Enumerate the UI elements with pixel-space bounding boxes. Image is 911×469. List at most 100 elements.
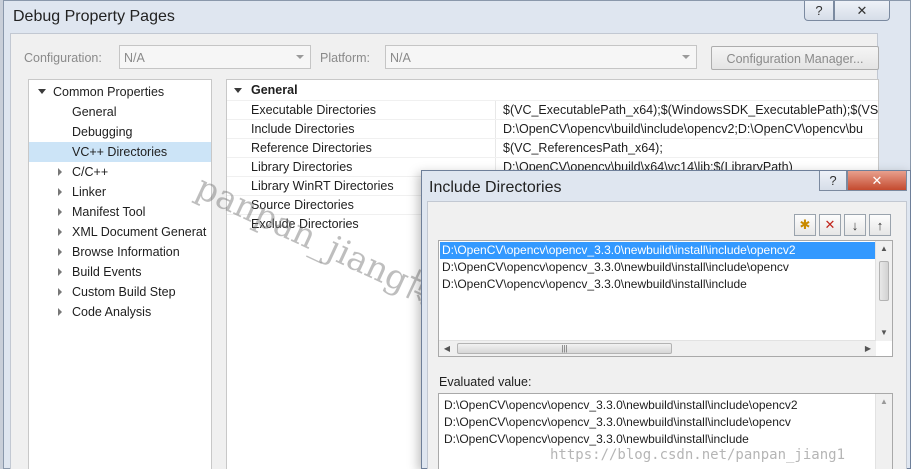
tree-item-label: Linker <box>72 185 107 199</box>
grid-row-executable-directories[interactable]: Executable Directories $(VC_ExecutablePa… <box>227 100 878 119</box>
configuration-dropdown[interactable]: N/A <box>119 45 311 69</box>
help-button[interactable]: ? <box>804 1 834 21</box>
arrow-down-icon: ↓ <box>851 217 859 233</box>
vertical-scrollbar[interactable]: ▲ <box>875 394 892 469</box>
configuration-label: Configuration: <box>24 51 102 65</box>
collapsed-arrow-icon[interactable] <box>58 208 62 216</box>
collapsed-arrow-icon[interactable] <box>58 168 62 176</box>
dialog-help-button[interactable]: ? <box>819 171 847 191</box>
property-name: Reference Directories <box>251 141 372 155</box>
dialog-close-button[interactable]: ✕ <box>847 171 907 191</box>
property-value[interactable]: $(VC_ExecutablePath_x64);$(WindowsSDK_Ex… <box>503 103 878 117</box>
platform-value: N/A <box>390 51 411 65</box>
tree-item-manifest-tool[interactable]: Manifest Tool <box>29 202 211 222</box>
grid-row-reference-directories[interactable]: Reference Directories $(VC_ReferencesPat… <box>227 138 878 157</box>
property-value[interactable]: $(VC_ReferencesPath_x64); <box>503 141 878 155</box>
property-name: Executable Directories <box>251 103 377 117</box>
delete-icon: ✕ <box>824 217 836 232</box>
move-up-button[interactable]: ↑ <box>869 214 891 236</box>
vertical-scrollbar[interactable]: ▲ ▼ <box>875 241 892 341</box>
tree-item-label: Browse Information <box>72 245 180 259</box>
tree-item-label: Custom Build Step <box>72 285 176 299</box>
scroll-thumb[interactable]: ||| <box>457 343 672 354</box>
grid-category-general[interactable]: General <box>227 80 878 100</box>
property-name: Library WinRT Directories <box>251 179 394 193</box>
tree-item-label: Build Events <box>72 265 142 279</box>
window-titlebar[interactable]: Debug Property Pages ? ✕ <box>4 1 910 33</box>
list-item[interactable]: D:\OpenCV\opencv\opencv_3.3.0\newbuild\i… <box>440 242 876 259</box>
dialog-title: Include Directories <box>429 179 562 196</box>
scroll-up-icon[interactable]: ▲ <box>876 394 892 410</box>
scroll-up-icon[interactable]: ▲ <box>876 241 892 257</box>
chevron-down-icon <box>682 55 690 59</box>
evaluated-line: D:\OpenCV\opencv\opencv_3.3.0\newbuild\i… <box>444 415 791 429</box>
tree-item-browse-information[interactable]: Browse Information <box>29 242 211 262</box>
expanded-arrow-icon[interactable] <box>38 89 46 94</box>
tree-item-custom-build-step[interactable]: Custom Build Step <box>29 282 211 302</box>
property-value[interactable]: D:\OpenCV\opencv\build\include\opencv2;D… <box>503 122 878 136</box>
tree-item-linker[interactable]: Linker <box>29 182 211 202</box>
chevron-down-icon <box>296 55 304 59</box>
help-icon: ? <box>815 3 823 18</box>
close-icon: ✕ <box>871 172 883 188</box>
new-folder-icon: ✱ <box>799 217 811 232</box>
collapsed-arrow-icon[interactable] <box>58 188 62 196</box>
directory-list[interactable]: D:\OpenCV\opencv\opencv_3.3.0\newbuild\i… <box>438 240 893 357</box>
arrow-up-icon: ↑ <box>876 217 884 233</box>
tree-item-label: General <box>72 105 117 119</box>
tree-item-c-cpp[interactable]: C/C++ <box>29 162 211 182</box>
collapsed-arrow-icon[interactable] <box>58 248 62 256</box>
evaluated-value-box[interactable]: D:\OpenCV\opencv\opencv_3.3.0\newbuild\i… <box>438 393 893 469</box>
collapsed-arrow-icon[interactable] <box>58 268 62 276</box>
property-name: Source Directories <box>251 198 354 212</box>
list-item[interactable]: D:\OpenCV\opencv\opencv_3.3.0\newbuild\i… <box>440 259 876 276</box>
tree-item-label: VC++ Directories <box>72 145 168 159</box>
tree-item-label: XML Document Generat <box>72 225 207 239</box>
scroll-down-icon[interactable]: ▼ <box>876 325 892 341</box>
property-name: Library Directories <box>251 160 353 174</box>
close-icon: ✕ <box>856 2 868 18</box>
evaluated-line: D:\OpenCV\opencv\opencv_3.3.0\newbuild\i… <box>444 398 798 412</box>
platform-label: Platform: <box>320 51 371 65</box>
list-item[interactable]: D:\OpenCV\opencv\opencv_3.3.0\newbuild\i… <box>440 276 876 293</box>
tree-item-common-properties[interactable]: Common Properties <box>29 82 211 102</box>
tree-item-label: C/C++ <box>72 165 109 179</box>
scroll-left-icon[interactable]: ◀ <box>439 341 455 356</box>
collapsed-arrow-icon[interactable] <box>58 228 62 236</box>
help-icon: ? <box>829 173 837 188</box>
tree-item-code-analysis[interactable]: Code Analysis <box>29 302 211 322</box>
close-button[interactable]: ✕ <box>834 1 890 21</box>
tree-item-general[interactable]: General <box>29 102 211 122</box>
category-label: General <box>251 83 298 97</box>
tree-item-vc-directories[interactable]: VC++ Directories <box>29 142 211 162</box>
tree-item-label: Code Analysis <box>72 305 152 319</box>
horizontal-scrollbar[interactable]: ◀ ||| ▶ <box>439 340 876 356</box>
dialog-client-area: ✱ ✕ ↓ ↑ D:\OpenCV\opencv\opencv_3.3.0\ne… <box>427 201 907 469</box>
grid-row-include-directories[interactable]: Include Directories D:\OpenCV\opencv\bui… <box>227 119 878 138</box>
tree-item-label: Debugging <box>72 125 133 139</box>
property-name: Exclude Directories <box>251 217 359 231</box>
tree-item-debugging[interactable]: Debugging <box>29 122 211 142</box>
expanded-arrow-icon[interactable] <box>234 88 242 93</box>
property-tree[interactable]: Common Properties General Debugging VC++… <box>28 79 212 469</box>
delete-line-button[interactable]: ✕ <box>819 214 841 236</box>
collapsed-arrow-icon[interactable] <box>58 288 62 296</box>
configuration-manager-button[interactable]: Configuration Manager... <box>711 46 879 70</box>
platform-dropdown[interactable]: N/A <box>385 45 697 69</box>
tree-item-xml-document-generator[interactable]: XML Document Generat <box>29 222 211 242</box>
tree-item-label: Common Properties <box>53 85 165 99</box>
tree-item-label: Manifest Tool <box>72 205 146 219</box>
include-directories-dialog: Include Directories ? ✕ ✱ ✕ ↓ ↑ D:\OpenC… <box>421 170 911 469</box>
configuration-value: N/A <box>124 51 145 65</box>
new-line-button[interactable]: ✱ <box>794 214 816 236</box>
window-title: Debug Property Pages <box>13 8 175 25</box>
evaluated-line: D:\OpenCV\opencv\opencv_3.3.0\newbuild\i… <box>444 432 749 446</box>
list-toolbar: ✱ ✕ ↓ ↑ <box>794 214 891 236</box>
scroll-thumb[interactable] <box>879 261 889 301</box>
evaluated-value-label: Evaluated value: <box>439 375 532 389</box>
property-name: Include Directories <box>251 122 355 136</box>
tree-item-build-events[interactable]: Build Events <box>29 262 211 282</box>
scroll-right-icon[interactable]: ▶ <box>860 341 876 356</box>
collapsed-arrow-icon[interactable] <box>58 308 62 316</box>
move-down-button[interactable]: ↓ <box>844 214 866 236</box>
